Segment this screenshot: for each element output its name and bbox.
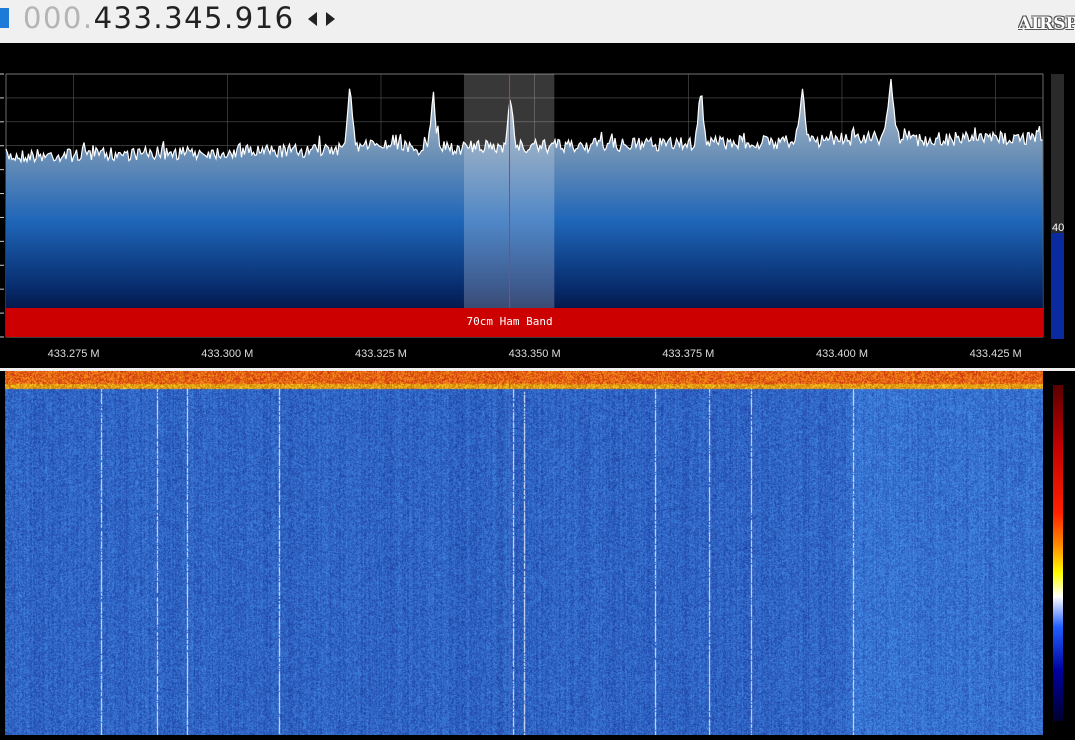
toolbar-edge-marker — [0, 8, 9, 28]
gain-value: 40 — [1052, 222, 1064, 234]
gain-slider-fill[interactable] — [1051, 233, 1064, 339]
waterfall-display[interactable] — [0, 371, 1075, 740]
frequency-tick-label: 433.325 M — [355, 348, 407, 360]
frequency-tick-label: 433.400 M — [816, 348, 868, 360]
tune-left-right-arrows-icon[interactable] — [307, 10, 337, 28]
frequency-display[interactable]: 000.433.345.916 — [23, 0, 295, 38]
band-plan-label: 70cm Ham Band — [466, 315, 552, 328]
waterfall-canvas[interactable] — [5, 371, 1043, 735]
airspy-logo: AIRSPY — [1018, 14, 1075, 34]
frequency-tick-label: 433.300 M — [201, 348, 253, 360]
frequency-lead-digits[interactable]: 000. — [23, 1, 94, 35]
frequency-tick-label: 433.350 M — [509, 348, 561, 360]
spectrum-analyzer[interactable]: 70cm Ham Band 433.275 M 433.300 M 433.325 … — [0, 43, 1075, 368]
frequency-tick-label: 433.425 M — [970, 348, 1022, 360]
frequency-main-digits[interactable]: 433.345.916 — [94, 1, 295, 35]
frequency-tick-label: 433.275 M — [48, 348, 100, 360]
frequency-tick-label: 433.375 M — [662, 348, 714, 360]
frequency-toolbar: 000.433.345.916 AIRSPY — [0, 0, 1075, 43]
waterfall-color-legend — [1053, 385, 1063, 721]
